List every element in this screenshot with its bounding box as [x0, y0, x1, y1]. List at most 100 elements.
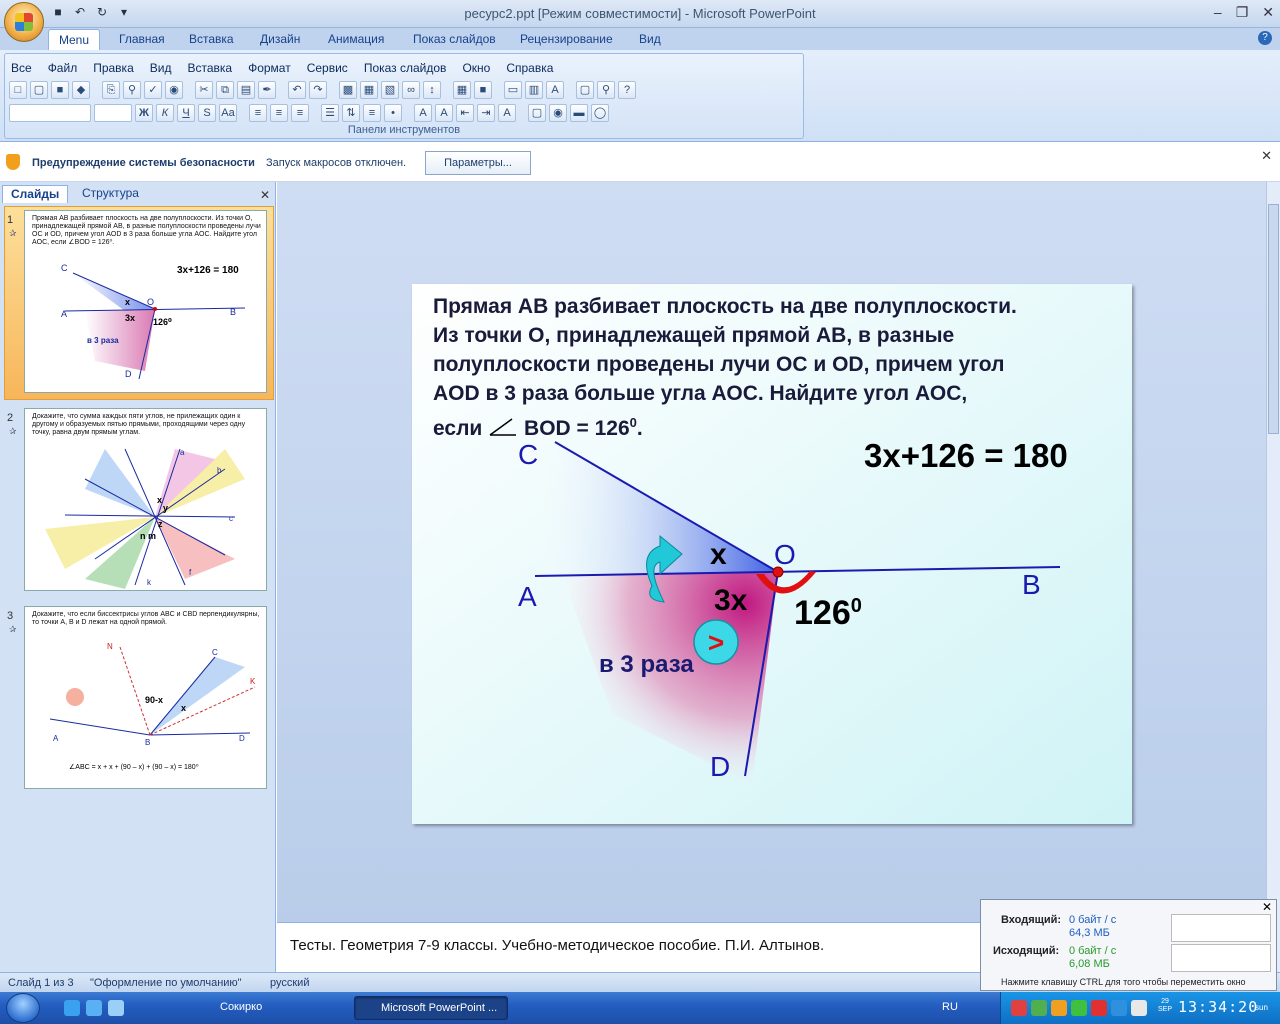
increase-indent-icon[interactable]: ⇥	[477, 104, 495, 122]
font-name-select[interactable]	[9, 104, 91, 122]
tab-menu[interactable]: Menu	[48, 29, 101, 50]
tab-animation[interactable]: Анимация	[328, 32, 384, 46]
expand-icon[interactable]: ↕	[423, 81, 441, 99]
permission-icon[interactable]: ◆	[72, 81, 90, 99]
text-direction-icon[interactable]: ⇅	[342, 104, 360, 122]
tab-home[interactable]: Главная	[119, 32, 165, 46]
close-icon[interactable]: ✕	[260, 188, 270, 202]
redo-icon[interactable]: ↷	[309, 81, 327, 99]
line-color-icon[interactable]: ▬	[570, 104, 588, 122]
cut-icon[interactable]: ✂	[195, 81, 213, 99]
language-indicator[interactable]: RU	[942, 1001, 958, 1013]
desktop-icon[interactable]	[108, 1000, 124, 1016]
help-icon[interactable]: ?	[1258, 31, 1272, 45]
table-icon[interactable]: ▦	[360, 81, 378, 99]
vertical-scrollbar[interactable]	[1266, 182, 1280, 972]
copy-icon[interactable]: ⧉	[216, 81, 234, 99]
minimize-icon[interactable]: –	[1214, 4, 1222, 21]
tab-design[interactable]: Дизайн	[260, 32, 300, 46]
italic-button[interactable]: К	[156, 104, 174, 122]
options-button[interactable]: Параметры...	[425, 151, 531, 175]
explorer-icon[interactable]	[86, 1000, 102, 1016]
tray-icon[interactable]	[1111, 1000, 1127, 1016]
menu-slideshow[interactable]: Показ слайдов	[364, 61, 447, 75]
menu-insert[interactable]: Вставка	[187, 61, 232, 75]
taskbar-item-sokirko[interactable]: Сокирко	[194, 996, 334, 1020]
tab-slides[interactable]: Слайды	[2, 185, 69, 203]
design-icon[interactable]: ▢	[528, 104, 546, 122]
scrollbar-thumb[interactable]	[1268, 204, 1279, 434]
save-icon[interactable]: ■	[51, 81, 69, 99]
tray-icon[interactable]	[1031, 1000, 1047, 1016]
font-color-icon[interactable]: A	[498, 104, 516, 122]
format-painter-icon[interactable]: ✒	[258, 81, 276, 99]
ie-icon[interactable]	[64, 1000, 80, 1016]
slide-thumbnail-1[interactable]: 1 ✰ Прямая AB разбивает плоскость на две…	[4, 206, 274, 400]
zoom-icon[interactable]: ⚲	[597, 81, 615, 99]
menu-help[interactable]: Справка	[506, 61, 553, 75]
menu-format[interactable]: Формат	[248, 61, 291, 75]
open-icon[interactable]: ▢	[30, 81, 48, 99]
current-slide[interactable]: > C A O B D х 3х 1260 в 3 раза Прямая АВ…	[412, 284, 1132, 824]
tables-borders-icon[interactable]: ▧	[381, 81, 399, 99]
close-icon[interactable]: ✕	[1262, 900, 1272, 914]
print-icon[interactable]: ⎘	[102, 81, 120, 99]
menu-all[interactable]: Все	[11, 61, 32, 75]
taskbar-item-powerpoint[interactable]: Microsoft PowerPoint ...	[354, 996, 508, 1020]
undo-icon[interactable]: ↶	[288, 81, 306, 99]
tab-insert[interactable]: Вставка	[189, 32, 234, 46]
spelling-icon[interactable]: ✓	[144, 81, 162, 99]
print-preview-icon[interactable]: ⚲	[123, 81, 141, 99]
shadow-button[interactable]: S	[198, 104, 216, 122]
bold-button[interactable]: Ж	[135, 104, 153, 122]
slide-thumbnail-3[interactable]: 3 ✰ Докажите, что если биссектрисы углов…	[4, 606, 270, 792]
tray-icon[interactable]	[1051, 1000, 1067, 1016]
tab-view[interactable]: Вид	[639, 32, 661, 46]
hyperlink-icon[interactable]: ∞	[402, 81, 420, 99]
shrink-font-icon[interactable]: A	[435, 104, 453, 122]
close-icon[interactable]: ✕	[1262, 4, 1274, 21]
text-box-icon[interactable]: A	[546, 81, 564, 99]
clock[interactable]: 13:34:20	[1178, 998, 1258, 1016]
research-icon[interactable]: ◉	[165, 81, 183, 99]
office-button[interactable]	[4, 2, 44, 42]
help-icon[interactable]: ?	[618, 81, 636, 99]
menu-window[interactable]: Окно	[462, 61, 490, 75]
columns-icon[interactable]: ☰	[321, 104, 339, 122]
menu-tools[interactable]: Сервис	[307, 61, 348, 75]
color-icon[interactable]: ■	[474, 81, 492, 99]
tab-outline[interactable]: Структура	[74, 185, 147, 203]
tray-icon[interactable]	[1071, 1000, 1087, 1016]
menu-view[interactable]: Вид	[150, 61, 172, 75]
align-center-icon[interactable]: ≡	[270, 104, 288, 122]
align-left-icon[interactable]: ≡	[249, 104, 267, 122]
slide-thumbnail-2[interactable]: 2 ✰ Докажите, что сумма каждых пяти угло…	[4, 408, 270, 594]
folder-icon[interactable]: ▢	[576, 81, 594, 99]
grid-icon[interactable]: ▦	[453, 81, 471, 99]
chart-icon[interactable]: ▩	[339, 81, 357, 99]
maximize-icon[interactable]: ❐	[1236, 4, 1249, 21]
fill-color-icon[interactable]: ◉	[549, 104, 567, 122]
layout-icon[interactable]: ▥	[525, 81, 543, 99]
bullets-icon[interactable]: •	[384, 104, 402, 122]
font-size-select[interactable]	[94, 104, 132, 122]
menu-file[interactable]: Файл	[48, 61, 78, 75]
close-icon[interactable]: ✕	[1261, 148, 1272, 164]
tab-review[interactable]: Рецензирование	[520, 32, 613, 46]
new-slide-icon[interactable]: ▭	[504, 81, 522, 99]
shapes-icon[interactable]: ◯	[591, 104, 609, 122]
grow-font-icon[interactable]: A	[414, 104, 432, 122]
start-button[interactable]	[6, 993, 40, 1023]
underline-button[interactable]: Ч	[177, 104, 195, 122]
numbering-icon[interactable]: ≡	[363, 104, 381, 122]
tray-icon[interactable]	[1091, 1000, 1107, 1016]
decrease-indent-icon[interactable]: ⇤	[456, 104, 474, 122]
menu-edit[interactable]: Правка	[93, 61, 134, 75]
paste-icon[interactable]: ▤	[237, 81, 255, 99]
change-case-button[interactable]: Aa	[219, 104, 237, 122]
tab-slideshow[interactable]: Показ слайдов	[413, 32, 496, 46]
align-right-icon[interactable]: ≡	[291, 104, 309, 122]
network-monitor-widget[interactable]: ✕ Входящий: 0 байт / с 64,3 МБ Исходящий…	[980, 899, 1277, 991]
tray-icon[interactable]	[1011, 1000, 1027, 1016]
new-icon[interactable]: □	[9, 81, 27, 99]
